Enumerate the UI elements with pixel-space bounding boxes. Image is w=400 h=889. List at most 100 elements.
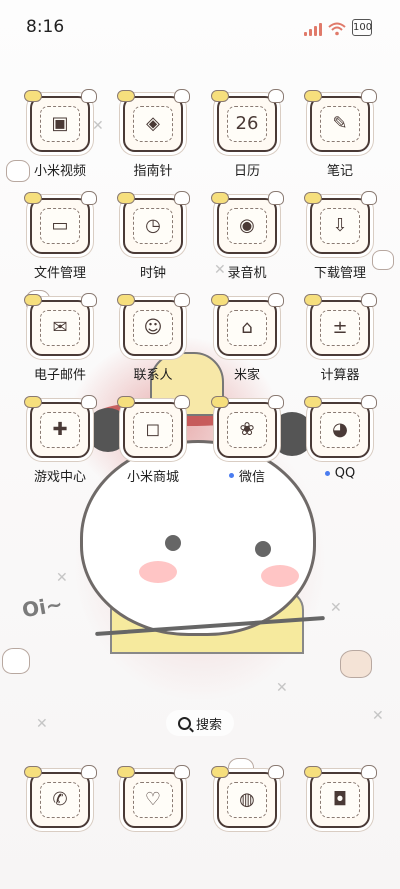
cat-decoration: [81, 191, 97, 205]
cat-decoration: [361, 395, 377, 409]
video-icon[interactable]: ▣: [24, 89, 97, 152]
bow-decoration: [117, 294, 135, 306]
wifi-icon: [328, 22, 346, 36]
recorder-icon[interactable]: ◉: [211, 191, 284, 254]
app-mail[interactable]: ✉ 电子邮件: [12, 293, 108, 383]
app-label: 文件管理: [33, 266, 86, 281]
icon-glyph: ☺: [143, 317, 163, 338]
store-icon[interactable]: ◻: [117, 395, 190, 458]
dock-app-camera[interactable]: ◘: [292, 765, 388, 828]
app-contacts[interactable]: ☺ 联系人: [105, 293, 201, 383]
app-notes[interactable]: ✎ 笔记: [292, 89, 388, 179]
icon-glyph: ▣: [51, 113, 69, 134]
browser-icon[interactable]: ◍: [211, 765, 284, 828]
app-label: 指南针: [133, 164, 173, 179]
messages-icon[interactable]: ♡: [117, 765, 190, 828]
compass-icon[interactable]: ◈: [117, 89, 190, 152]
app-label: 电子邮件: [33, 368, 86, 383]
app-label-row: 米家: [199, 364, 295, 383]
app-calculator[interactable]: ± 计算器: [292, 293, 388, 383]
app-label: 下载管理: [313, 266, 366, 281]
app-label: 计算器: [320, 368, 360, 383]
bow-decoration: [211, 396, 229, 408]
wallpaper-left-eye: [165, 535, 181, 551]
app-wechat[interactable]: ❀ 微信: [199, 395, 295, 485]
clock-icon[interactable]: ◷: [117, 191, 190, 254]
phone-icon[interactable]: ✆: [24, 765, 97, 828]
bow-decoration: [304, 192, 322, 204]
bow-decoration: [117, 766, 135, 778]
cat-decoration: [174, 89, 190, 103]
calendar-icon[interactable]: 26: [211, 89, 284, 152]
signal-icon: [304, 22, 322, 36]
download-icon[interactable]: ⇩: [304, 191, 377, 254]
app-clock[interactable]: ◷ 时钟: [105, 191, 201, 281]
search-button[interactable]: 搜索: [166, 710, 234, 736]
cat-decoration: [174, 293, 190, 307]
app-store[interactable]: ◻ 小米商城: [105, 395, 201, 485]
app-label: 时钟: [139, 266, 166, 281]
app-label: 微信: [238, 470, 265, 485]
cat-decoration: [268, 293, 284, 307]
calculator-icon[interactable]: ±: [304, 293, 377, 356]
icon-glyph: ◉: [239, 215, 255, 236]
app-label-row: 时钟: [105, 262, 201, 281]
wallpaper-star: ✕: [36, 716, 48, 732]
bow-decoration: [24, 90, 42, 102]
bow-decoration: [304, 766, 322, 778]
bow-decoration: [117, 90, 135, 102]
wallpaper-star: ✕: [276, 680, 288, 696]
dock-app-phone[interactable]: ✆: [12, 765, 108, 828]
app-folder[interactable]: ▭ 文件管理: [12, 191, 108, 281]
mijia-icon[interactable]: ⌂: [211, 293, 284, 356]
status-bar: 8:16 100: [0, 0, 400, 56]
qq-icon[interactable]: ◕: [304, 395, 377, 458]
camera-icon[interactable]: ◘: [304, 765, 377, 828]
app-gamepad[interactable]: ✚ 游戏中心: [12, 395, 108, 485]
app-label-row: 录音机: [199, 262, 295, 281]
status-icons: 100: [304, 19, 372, 36]
app-download[interactable]: ⇩ 下载管理: [292, 191, 388, 281]
bow-decoration: [24, 396, 42, 408]
gamepad-icon[interactable]: ✚: [24, 395, 97, 458]
contacts-icon[interactable]: ☺: [117, 293, 190, 356]
wallpaper-text: Oi~: [20, 591, 65, 623]
folder-icon[interactable]: ▭: [24, 191, 97, 254]
bow-decoration: [24, 766, 42, 778]
app-label: 笔记: [326, 164, 353, 179]
cat-decoration: [268, 395, 284, 409]
icon-glyph: ✉: [52, 317, 68, 338]
app-label-row: 微信: [199, 466, 295, 485]
app-label-row: 下载管理: [292, 262, 388, 281]
notes-icon[interactable]: ✎: [304, 89, 377, 152]
icon-glyph: ±: [332, 317, 348, 338]
wallpaper-deco-bear: [340, 650, 372, 678]
icon-glyph: ♡: [144, 789, 162, 810]
bow-decoration: [304, 294, 322, 306]
app-label-row: 指南针: [105, 160, 201, 179]
icon-glyph: ✚: [52, 419, 68, 440]
app-video[interactable]: ▣ 小米视频: [12, 89, 108, 179]
icon-glyph: ❀: [239, 419, 255, 440]
mail-icon[interactable]: ✉: [24, 293, 97, 356]
dock-app-messages[interactable]: ♡: [105, 765, 201, 828]
icon-glyph: ✆: [52, 789, 68, 810]
app-mijia[interactable]: ⌂ 米家: [199, 293, 295, 383]
dock-app-browser[interactable]: ◍: [199, 765, 295, 828]
bow-decoration: [24, 294, 42, 306]
app-recorder[interactable]: ◉ 录音机: [199, 191, 295, 281]
cat-decoration: [268, 89, 284, 103]
icon-glyph: ◈: [146, 113, 160, 134]
wallpaper-right-blush: [261, 565, 299, 587]
app-label: 录音机: [227, 266, 267, 281]
app-label: QQ: [334, 466, 356, 481]
app-compass[interactable]: ◈ 指南针: [105, 89, 201, 179]
app-label-row: 游戏中心: [12, 466, 108, 485]
app-label-row: 小米视频: [12, 160, 108, 179]
wechat-icon[interactable]: ❀: [211, 395, 284, 458]
app-calendar[interactable]: 26 日历: [199, 89, 295, 179]
bow-decoration: [117, 192, 135, 204]
cat-decoration: [81, 765, 97, 779]
icon-glyph: ◷: [145, 215, 161, 236]
app-qq[interactable]: ◕ QQ: [292, 395, 388, 481]
